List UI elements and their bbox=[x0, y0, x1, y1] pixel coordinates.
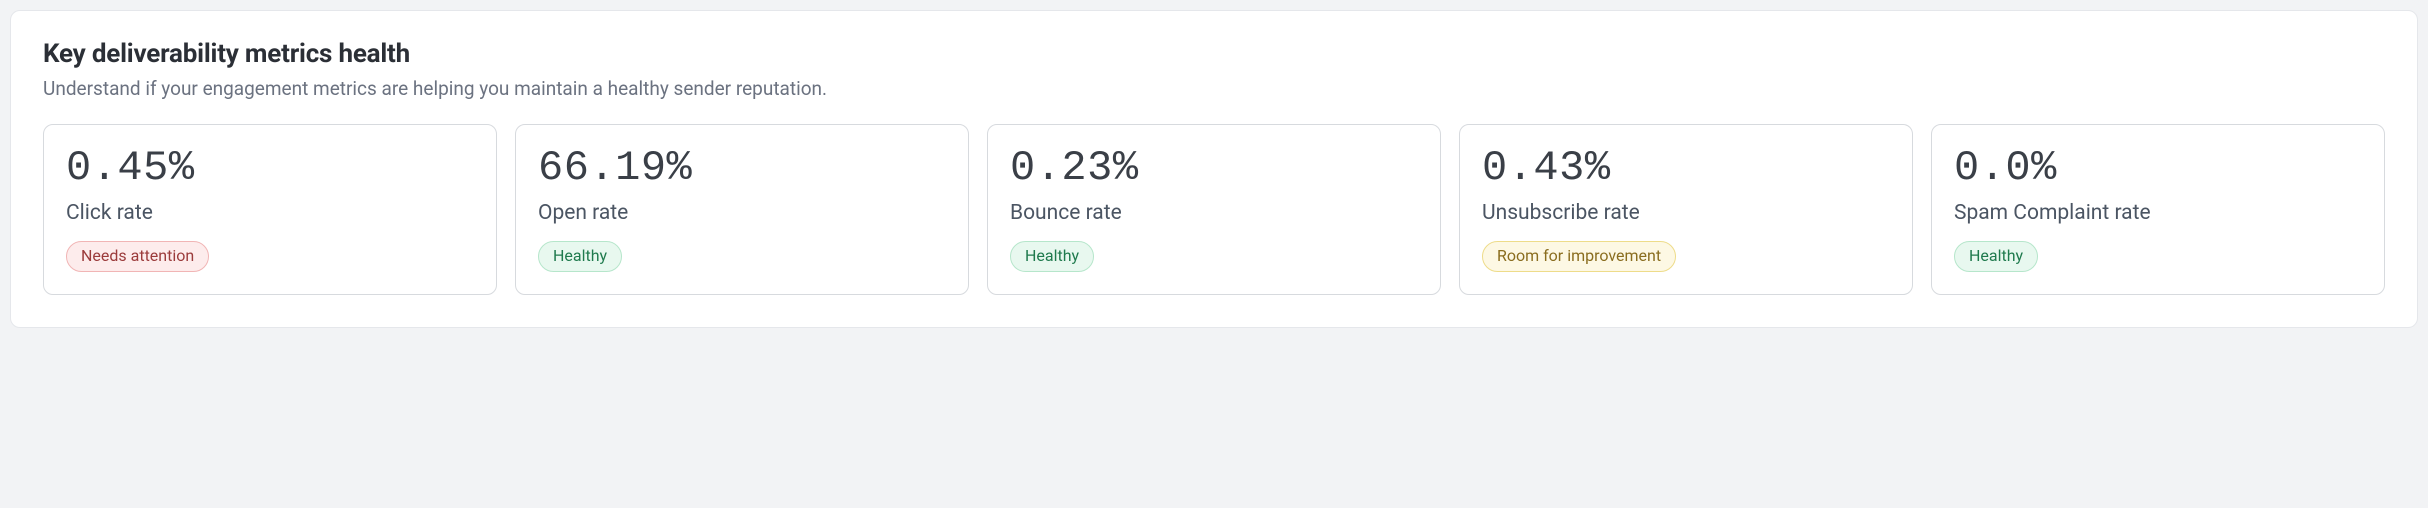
status-badge: Healthy bbox=[538, 241, 622, 272]
metric-card-spam-complaint-rate: 0.0% Spam Complaint rate Healthy bbox=[1931, 124, 2385, 295]
deliverability-metrics-panel: Key deliverability metrics health Unders… bbox=[10, 10, 2418, 328]
metric-label: Unsubscribe rate bbox=[1482, 201, 1890, 225]
status-badge: Healthy bbox=[1954, 241, 2038, 272]
metric-value: 0.43% bbox=[1482, 145, 1890, 191]
metric-label: Spam Complaint rate bbox=[1954, 201, 2362, 225]
status-badge: Needs attention bbox=[66, 241, 209, 272]
metric-card-unsubscribe-rate: 0.43% Unsubscribe rate Room for improvem… bbox=[1459, 124, 1913, 295]
metric-label: Bounce rate bbox=[1010, 201, 1418, 225]
metric-card-click-rate: 0.45% Click rate Needs attention bbox=[43, 124, 497, 295]
panel-subtitle: Understand if your engagement metrics ar… bbox=[43, 77, 2385, 100]
metric-value: 0.45% bbox=[66, 145, 474, 191]
metric-value: 66.19% bbox=[538, 145, 946, 191]
metrics-row: 0.45% Click rate Needs attention 66.19% … bbox=[43, 124, 2385, 295]
metric-card-bounce-rate: 0.23% Bounce rate Healthy bbox=[987, 124, 1441, 295]
status-badge: Room for improvement bbox=[1482, 241, 1676, 272]
metric-value: 0.23% bbox=[1010, 145, 1418, 191]
metric-value: 0.0% bbox=[1954, 145, 2362, 191]
metric-label: Open rate bbox=[538, 201, 946, 225]
panel-title: Key deliverability metrics health bbox=[43, 39, 2385, 69]
status-badge: Healthy bbox=[1010, 241, 1094, 272]
metric-card-open-rate: 66.19% Open rate Healthy bbox=[515, 124, 969, 295]
metric-label: Click rate bbox=[66, 201, 474, 225]
